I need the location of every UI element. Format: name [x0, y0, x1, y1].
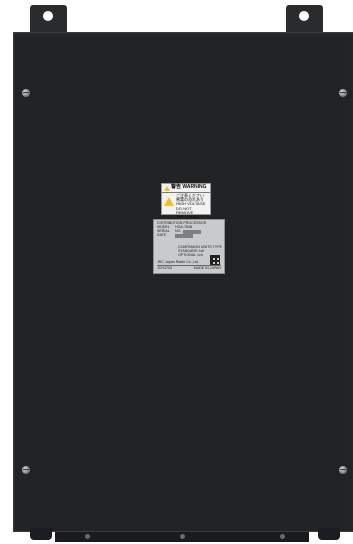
- right-foot: [318, 528, 340, 540]
- date-key: DATE: [157, 232, 167, 237]
- base-bolt: [280, 534, 285, 539]
- high-voltage-warning-label: 警告 WARNING ご注意ください 感電の恐れあり HIGH VOLTAGE …: [161, 183, 211, 219]
- panel-screw-top-right: [339, 89, 347, 97]
- made-in-label: MADE IN JAPAN: [193, 266, 221, 271]
- date-field: [175, 233, 193, 238]
- bracket-mounting-hole: [299, 11, 309, 21]
- base-strip: [55, 532, 309, 542]
- left-foot: [30, 528, 52, 540]
- processor-cabinet-front-panel: [13, 32, 353, 532]
- panel-screw-bottom-right: [339, 466, 347, 474]
- product-nameplate: DISTRIBUTION PROCESSOR MODEL HOA-7848 SE…: [153, 219, 225, 274]
- bracket-mounting-hole: [43, 11, 53, 21]
- warning-triangle-icon: [164, 185, 170, 191]
- high-voltage-icon: [164, 197, 174, 206]
- base-bolt: [180, 534, 185, 539]
- warning-header: 警告 WARNING: [162, 184, 210, 193]
- warning-title: 警告 WARNING: [171, 184, 207, 191]
- panel-screw-top-left: [22, 89, 30, 97]
- panel-screw-bottom-left: [22, 466, 30, 474]
- base-bolt: [85, 534, 90, 539]
- nameplate-code: JCH4703: [157, 266, 172, 271]
- qr-code-icon: [210, 255, 220, 265]
